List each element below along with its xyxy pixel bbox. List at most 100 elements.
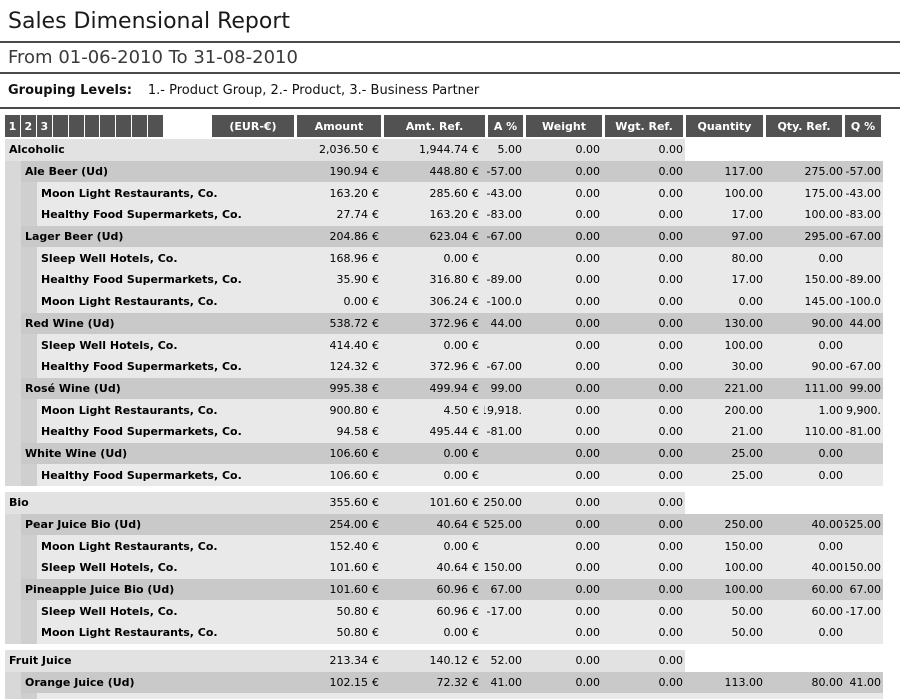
row-label: Ale Beer (Ud) — [21, 161, 298, 183]
cell-qty-ref: 40.00 — [765, 557, 845, 579]
row-label: Pineapple Juice Bio (Ud) — [21, 579, 298, 601]
grouping-levels-value: 1.- Product Group, 2.- Product, 3.- Busi… — [148, 83, 479, 98]
cell-qty-ref: 0.00 — [765, 334, 845, 356]
table-row: Healthy Food Supermarkets, Co.106.60€0.0… — [5, 464, 883, 486]
cell-amount: 63.28 — [298, 693, 368, 699]
row-label: Alcoholic — [5, 139, 298, 161]
cell-quantity: 117.00 — [685, 161, 765, 183]
cell-quantity: 50.00 — [685, 600, 765, 622]
indent-level-2 — [21, 464, 37, 486]
cell-weight: 0.00 — [524, 535, 602, 557]
cell-q-percent: 44.00 — [845, 313, 883, 335]
level-buttons: 123 — [5, 115, 164, 137]
cell-amt-ref: 101.60 — [384, 492, 468, 514]
level-3-button[interactable]: 3 — [37, 115, 52, 137]
cell-weight: 0.00 — [524, 161, 602, 183]
cell-q-percent: -67.00 — [845, 226, 883, 248]
cell-q-percent: -83.00 — [845, 204, 883, 226]
cell-q-percent: -100.0 — [845, 291, 883, 313]
table-row: Moon Light Restaurants, Co.163.20€285.60… — [5, 182, 883, 204]
cell-quantity: 97.00 — [685, 226, 765, 248]
table-row: Moon Light Restaurants, Co.50.80€0.00€0.… — [5, 622, 883, 644]
cell-qty-ref: 111.00 — [765, 378, 845, 400]
cell-weight: 0.00 — [524, 313, 602, 335]
table-row: Fruit Juice213.34€140.12€52.000.000.00 — [5, 650, 883, 672]
cell-wgt-ref: 0.00 — [602, 421, 685, 443]
cell-amount: 254.00 — [298, 514, 368, 536]
indent-level-2 — [21, 557, 37, 579]
indent-level-1 — [5, 557, 21, 579]
cell-amt-ref: 372.96 — [384, 356, 468, 378]
cell-weight: 0.00 — [524, 672, 602, 694]
cell-q-percent: 67.00 — [845, 579, 883, 601]
cell-quantity: 100.00 — [685, 557, 765, 579]
cell-amount: 106.60 — [298, 464, 368, 486]
currency-symbol: € — [368, 672, 384, 694]
cell-weight: 0.00 — [524, 650, 602, 672]
cell-qty-ref: 110.00 — [765, 421, 845, 443]
cell-qty-ref: 175.00 — [765, 182, 845, 204]
currency-symbol: € — [468, 139, 484, 161]
indent-level-1 — [5, 672, 21, 694]
cell-amt-ref: 0.00 — [384, 334, 468, 356]
cell-quantity: 25.00 — [685, 443, 765, 465]
cell-amt-ref: 72.32 — [384, 672, 468, 694]
cell-wgt-ref: 0.00 — [602, 226, 685, 248]
table-row: Sleep Well Hotels, Co.101.60€40.64€150.0… — [5, 557, 883, 579]
table-row: Moon Light Restaurants, Co.900.80€4.50€1… — [5, 399, 883, 421]
currency-symbol: € — [468, 421, 484, 443]
row-label: Moon Light Restaurants, Co. — [37, 622, 298, 644]
cell-q-percent — [845, 650, 883, 672]
indent-level-2 — [21, 399, 37, 421]
cell-qty-ref: 60.00 — [765, 600, 845, 622]
cell-amount: 355.60 — [298, 492, 368, 514]
row-label: Healthy Food Supermarkets, Co. — [37, 356, 298, 378]
cell-quantity: 100.00 — [685, 579, 765, 601]
cell-amount: 0.00 — [298, 291, 368, 313]
indent-level-1 — [5, 161, 21, 183]
currency-symbol: € — [468, 247, 484, 269]
cell-qty-ref: 0.00 — [765, 622, 845, 644]
cell-quantity: 250.00 — [685, 514, 765, 536]
indent-level-1 — [5, 514, 21, 536]
row-label: Red Wine (Ud) — [21, 313, 298, 335]
indent-level-2 — [21, 291, 37, 313]
cell-q-percent: 40.00 — [845, 693, 883, 699]
level-2-button[interactable]: 2 — [21, 115, 36, 137]
cell-a-percent: -67.00 — [484, 226, 524, 248]
currency-symbol: € — [368, 464, 384, 486]
cell-weight: 0.00 — [524, 139, 602, 161]
currency-symbol: € — [368, 443, 384, 465]
table-row: Sleep Well Hotels, Co.168.96€0.00€0.000.… — [5, 247, 883, 269]
cell-amount: 101.60 — [298, 579, 368, 601]
cell-weight: 0.00 — [524, 600, 602, 622]
currency-symbol: € — [368, 182, 384, 204]
cell-a-percent: -83.00 — [484, 204, 524, 226]
cell-weight: 0.00 — [524, 378, 602, 400]
level-1-button[interactable]: 1 — [5, 115, 20, 137]
table-body: Alcoholic2,036.50€1,944.74€5.000.000.00A… — [5, 139, 883, 699]
cell-quantity — [685, 139, 765, 161]
cell-wgt-ref: 0.00 — [602, 514, 685, 536]
indent-level-1 — [5, 378, 21, 400]
cell-weight: 0.00 — [524, 291, 602, 313]
cell-wgt-ref: 0.00 — [602, 622, 685, 644]
cell-wgt-ref: 0.00 — [602, 579, 685, 601]
cell-quantity — [685, 650, 765, 672]
cell-q-percent — [845, 535, 883, 557]
table-row: Healthy Food Supermarkets, Co.94.58€495.… — [5, 421, 883, 443]
column-header-amt-ref: Amt. Ref. — [384, 115, 485, 137]
cell-wgt-ref: 0.00 — [602, 313, 685, 335]
row-label: Bio — [5, 492, 298, 514]
indent-level-2 — [21, 182, 37, 204]
table-row: White Wine (Ud)106.60€0.00€0.000.0025.00… — [5, 443, 883, 465]
row-label: Sleep Well Hotels, Co. — [37, 693, 298, 699]
cell-a-percent: -17.00 — [484, 600, 524, 622]
currency-symbol: € — [468, 650, 484, 672]
grouping-levels: Grouping Levels:1.- Product Group, 2.- P… — [0, 74, 900, 107]
currency-symbol: € — [368, 356, 384, 378]
indent-level-2 — [21, 204, 37, 226]
cell-amt-ref: 316.80 — [384, 269, 468, 291]
cell-amount: 152.40 — [298, 535, 368, 557]
cell-a-percent: 99.00 — [484, 378, 524, 400]
